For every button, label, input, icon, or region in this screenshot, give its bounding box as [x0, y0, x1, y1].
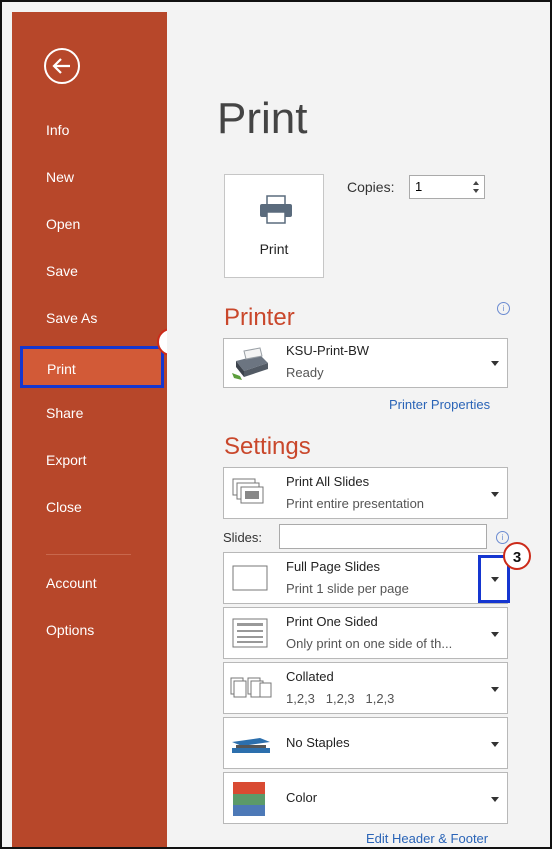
- chevron-down-icon[interactable]: [491, 687, 499, 692]
- layout-title: Full Page Slides: [286, 559, 380, 574]
- slides-label: Slides:: [223, 530, 263, 545]
- copies-label: Copies:: [347, 179, 395, 195]
- callout-3: 3: [503, 542, 531, 570]
- printer-device-icon: [232, 347, 268, 380]
- spinner-arrows-icon[interactable]: [472, 179, 480, 195]
- color-title: Color: [286, 790, 318, 805]
- chevron-down-icon[interactable]: [491, 797, 499, 802]
- print-range-subtitle: Print entire presentation: [286, 496, 425, 511]
- print-range-title: Print All Slides: [286, 474, 370, 489]
- sidebar-item-account[interactable]: Account: [46, 575, 97, 591]
- sidebar-item-export[interactable]: Export: [46, 452, 86, 468]
- back-arrow-icon[interactable]: [42, 46, 82, 86]
- layout-subtitle: Print 1 slide per page: [286, 581, 409, 596]
- sides-title: Print One Sided: [286, 614, 378, 629]
- sides-dropdown[interactable]: Print One Sided Only print on one side o…: [223, 607, 508, 659]
- printer-section-title: Printer: [224, 304, 295, 331]
- sidebar-item-info[interactable]: Info: [46, 122, 69, 138]
- full-page-slide-icon: [232, 565, 268, 591]
- collation-title: Collated: [286, 669, 334, 684]
- chevron-down-icon[interactable]: [491, 492, 499, 497]
- sides-subtitle: Only print on one side of th...: [286, 636, 453, 651]
- sidebar-item-open[interactable]: Open: [46, 216, 80, 232]
- chevron-down-icon[interactable]: [491, 742, 499, 747]
- collation-dropdown[interactable]: Collated 1,2,3 1,2,3 1,2,3: [223, 662, 508, 714]
- print-button[interactable]: Print: [224, 174, 324, 278]
- copies-value: 1: [415, 179, 423, 194]
- page-title: Print: [217, 94, 308, 143]
- printer-info-icon[interactable]: i: [497, 302, 510, 315]
- layout-dropdown[interactable]: Full Page Slides Print 1 slide per page: [223, 552, 508, 604]
- collation-subtitle: 1,2,3 1,2,3 1,2,3: [286, 691, 395, 706]
- sidebar-divider: [46, 554, 131, 555]
- slides-info-icon[interactable]: i: [496, 531, 509, 544]
- print-button-label: Print: [259, 241, 289, 257]
- stapler-icon: [232, 738, 270, 753]
- backstage-sidebar: Info New Open Save Save As Print Share E…: [12, 12, 167, 847]
- sidebar-item-options[interactable]: Options: [46, 622, 94, 638]
- sidebar-item-new[interactable]: New: [46, 169, 74, 185]
- printer-status: Ready: [286, 365, 324, 380]
- sidebar-item-share[interactable]: Share: [46, 405, 83, 421]
- sidebar-item-print-label: Print: [47, 361, 76, 377]
- print-range-dropdown[interactable]: Print All Slides Print entire presentati…: [223, 467, 508, 519]
- printer-properties-link[interactable]: Printer Properties: [389, 397, 490, 412]
- printer-dropdown[interactable]: KSU-Print-BW Ready: [223, 338, 508, 388]
- sidebar-item-print[interactable]: Print: [20, 346, 164, 388]
- color-dropdown[interactable]: Color: [223, 772, 508, 824]
- chevron-down-icon[interactable]: [491, 361, 499, 366]
- sidebar-item-save[interactable]: Save: [46, 263, 78, 279]
- one-sided-icon: [232, 618, 268, 648]
- slides-input[interactable]: [279, 524, 487, 549]
- color-icon: [233, 782, 265, 816]
- printer-icon: [260, 195, 292, 224]
- window: Info New Open Save Save As Print Share E…: [0, 0, 552, 849]
- printer-name: KSU-Print-BW: [286, 343, 370, 358]
- settings-section-title: Settings: [224, 433, 311, 460]
- chevron-down-icon[interactable]: [491, 632, 499, 637]
- staples-title: No Staples: [286, 735, 350, 750]
- sidebar-item-save-as[interactable]: Save As: [46, 310, 97, 326]
- collated-icon: [230, 677, 272, 698]
- copies-stepper[interactable]: 1: [409, 175, 485, 199]
- edit-header-footer-link[interactable]: Edit Header & Footer: [366, 831, 488, 846]
- print-pane: Print Print Copies: 1 Printer i KSU-Prin…: [167, 2, 550, 847]
- sidebar-item-close[interactable]: Close: [46, 499, 82, 515]
- all-slides-icon: [232, 478, 264, 504]
- staples-dropdown[interactable]: No Staples: [223, 717, 508, 769]
